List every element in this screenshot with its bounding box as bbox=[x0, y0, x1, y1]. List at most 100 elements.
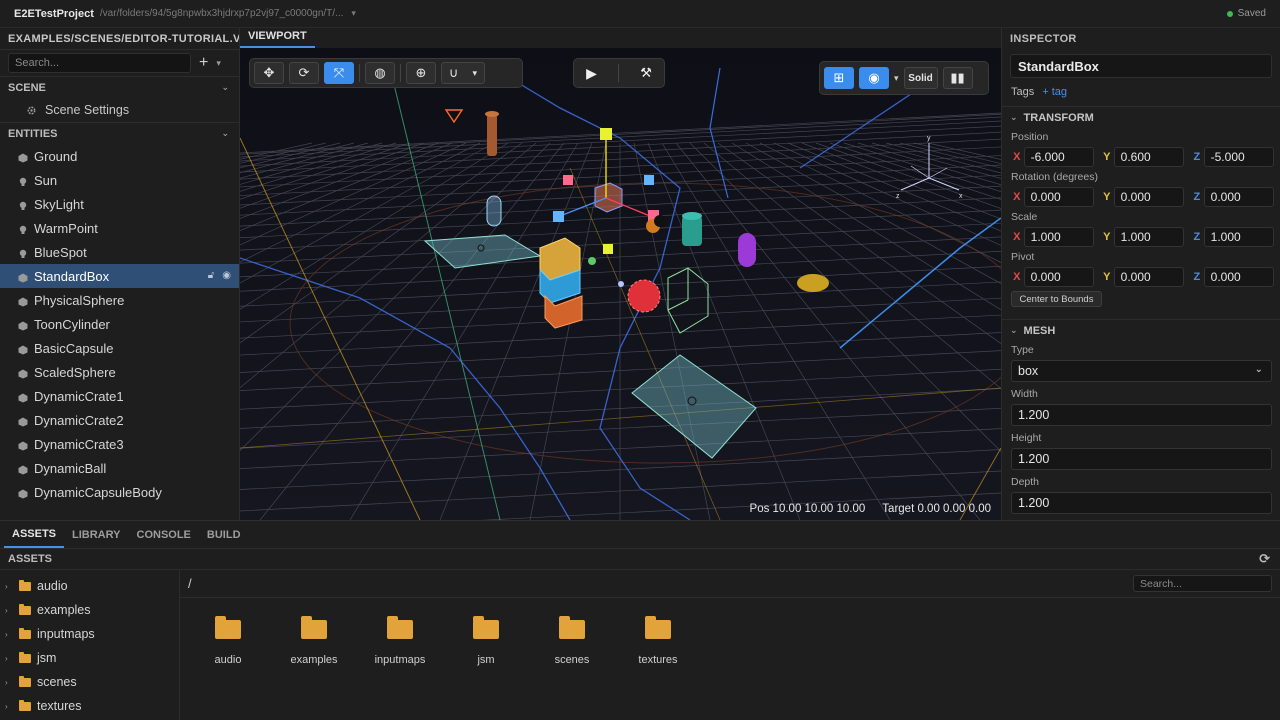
scene-section-header[interactable]: SCENE ⌄ bbox=[0, 76, 239, 98]
save-status-label: Saved bbox=[1237, 8, 1266, 19]
lock-icon[interactable]: 🔓︎ bbox=[208, 270, 214, 281]
entity-item[interactable]: Ground bbox=[0, 144, 239, 168]
asset-path[interactable]: / bbox=[188, 576, 192, 591]
visibility-button[interactable]: ◉ bbox=[859, 67, 889, 89]
folder-tree-item[interactable]: › examples bbox=[0, 598, 179, 622]
entity-item[interactable]: ToonCylinder bbox=[0, 312, 239, 336]
rotate-tool-button[interactable]: ⟳ bbox=[289, 62, 319, 84]
tab-build[interactable]: BUILD bbox=[199, 521, 249, 548]
asset-folder-tile[interactable]: audio bbox=[185, 612, 271, 666]
add-entity-button[interactable]: + bbox=[199, 54, 208, 72]
asset-folder-tile[interactable]: scenes bbox=[529, 612, 615, 666]
center-to-bounds-button[interactable]: Center to Bounds bbox=[1011, 291, 1102, 307]
height-input[interactable]: 1.200 bbox=[1011, 448, 1272, 470]
asset-folder-tile[interactable]: inputmaps bbox=[357, 612, 443, 666]
rotation-z-input[interactable]: 0.000 bbox=[1203, 187, 1274, 207]
entity-item[interactable]: DynamicCrate2 bbox=[0, 408, 239, 432]
mesh-type-select[interactable]: box ⌄ bbox=[1011, 360, 1272, 382]
chevron-right-icon[interactable]: › bbox=[5, 630, 13, 639]
pivot-x-input[interactable]: 0.000 bbox=[1023, 267, 1094, 287]
transform-section-header[interactable]: ⌄ TRANSFORM bbox=[1002, 106, 1280, 128]
position-z-input[interactable]: -5.000 bbox=[1203, 147, 1274, 167]
entity-item[interactable]: PhysicalSphere bbox=[0, 288, 239, 312]
eye-icon[interactable]: ◉ bbox=[222, 270, 231, 281]
tab-console[interactable]: CONSOLE bbox=[129, 521, 199, 548]
scale-z-input[interactable]: 1.000 bbox=[1203, 227, 1274, 247]
scene-file-tab[interactable]: EXAMPLES/SCENES/EDITOR-TUTORIAL.VS bbox=[0, 28, 239, 50]
chevron-right-icon[interactable]: › bbox=[5, 702, 13, 711]
hierarchy-panel: EXAMPLES/SCENES/EDITOR-TUTORIAL.VS Searc… bbox=[0, 28, 240, 520]
hammer-icon[interactable]: ⚒ bbox=[640, 65, 652, 81]
refresh-icon[interactable]: ⟳ bbox=[1259, 551, 1270, 567]
entity-label: DynamicBall bbox=[34, 460, 107, 476]
pivot-y-input[interactable]: 0.000 bbox=[1113, 267, 1184, 287]
folder-tree-item[interactable]: › jsm bbox=[0, 646, 179, 670]
width-input[interactable]: 1.200 bbox=[1011, 404, 1272, 426]
viewport-canvas[interactable]: y x z ✥ ⟳ ⤧ ◍ ⊕ ∪ ▾ ▶ ⚒ ⊞ ◉ ▾ Solid ▮▮ P… bbox=[240, 48, 1001, 520]
play-icon[interactable]: ▶ bbox=[586, 65, 597, 82]
folder-label: examples bbox=[37, 603, 91, 617]
entity-name-field[interactable]: StandardBox bbox=[1010, 54, 1272, 78]
space-toggle-button[interactable]: ◍ bbox=[365, 62, 395, 84]
chevron-down-icon[interactable]: ▾ bbox=[351, 8, 356, 19]
rotation-y-input[interactable]: 0.000 bbox=[1113, 187, 1184, 207]
entities-section-header[interactable]: ENTITIES ⌄ bbox=[0, 122, 239, 144]
entity-item[interactable]: BasicCapsule bbox=[0, 336, 239, 360]
project-path[interactable]: /var/folders/94/5g8npwbx3hjdrxp7p2vj97_c… bbox=[100, 8, 344, 19]
scale-y-input[interactable]: 1.000 bbox=[1113, 227, 1184, 247]
chevron-down-icon[interactable]: ⌄ bbox=[221, 128, 229, 139]
asset-folder-tree: › audio › examples › inputmaps › jsm › scenes › tex… bbox=[0, 570, 180, 720]
render-mode-button[interactable]: Solid bbox=[903, 67, 938, 89]
tab-viewport[interactable]: VIEWPORT bbox=[240, 30, 315, 48]
scale-icon: ⤧ bbox=[333, 65, 345, 80]
mesh-section-header[interactable]: ⌄ MESH bbox=[1002, 319, 1280, 341]
scene-render[interactable]: y x z bbox=[240, 48, 1001, 520]
pivot-button[interactable]: ⊕ bbox=[406, 62, 436, 84]
chevron-right-icon[interactable]: › bbox=[5, 582, 13, 591]
entity-item[interactable]: DynamicBall bbox=[0, 456, 239, 480]
entity-item[interactable]: StandardBox 🔓︎ ◉ bbox=[0, 264, 239, 288]
position-y-input[interactable]: 0.600 bbox=[1113, 147, 1184, 167]
tab-library[interactable]: LIBRARY bbox=[64, 521, 128, 548]
asset-folder-tile[interactable]: jsm bbox=[443, 612, 529, 666]
folder-tree-item[interactable]: › scenes bbox=[0, 670, 179, 694]
entity-item[interactable]: BlueSpot bbox=[0, 240, 239, 264]
entity-search-input[interactable]: Search... bbox=[8, 53, 191, 73]
chevron-right-icon[interactable]: › bbox=[5, 606, 13, 615]
entity-item[interactable]: WarmPoint bbox=[0, 216, 239, 240]
entity-item[interactable]: SkyLight bbox=[0, 192, 239, 216]
entity-actions: 🔓︎ ◉ bbox=[208, 270, 231, 281]
tab-assets[interactable]: ASSETS bbox=[4, 521, 65, 548]
asset-folder-tile[interactable]: examples bbox=[271, 612, 357, 666]
folder-tree-item[interactable]: › inputmaps bbox=[0, 622, 179, 646]
move-tool-button[interactable]: ✥ bbox=[254, 62, 284, 84]
stats-button[interactable]: ▮▮ bbox=[942, 67, 973, 89]
depth-input[interactable]: 1.200 bbox=[1011, 492, 1272, 514]
chevron-down-icon[interactable]: ▾ bbox=[216, 58, 221, 69]
entities-section-label: ENTITIES bbox=[8, 127, 58, 140]
entity-item[interactable]: DynamicCrate1 bbox=[0, 384, 239, 408]
chevron-down-icon[interactable]: ⌄ bbox=[221, 82, 229, 93]
entity-item[interactable]: ScaledSphere bbox=[0, 360, 239, 384]
snap-button[interactable]: ∪ ▾ bbox=[441, 62, 485, 84]
entity-item[interactable]: DynamicCrate3 bbox=[0, 432, 239, 456]
chevron-down-icon[interactable]: ▾ bbox=[894, 73, 899, 84]
folder-tree-item[interactable]: › textures bbox=[0, 694, 179, 718]
scale-tool-button[interactable]: ⤧ bbox=[324, 62, 354, 84]
scale-x-input[interactable]: 1.000 bbox=[1023, 227, 1094, 247]
chevron-down-icon[interactable]: ▾ bbox=[472, 68, 477, 79]
rotation-x-input[interactable]: 0.000 bbox=[1023, 187, 1094, 207]
grid-toggle-button[interactable]: ⊞ bbox=[824, 67, 854, 89]
entity-item[interactable]: Sun bbox=[0, 168, 239, 192]
chevron-right-icon[interactable]: › bbox=[5, 654, 13, 663]
chevron-right-icon[interactable]: › bbox=[5, 678, 13, 687]
scene-settings-item[interactable]: Scene Settings bbox=[0, 98, 239, 122]
asset-search-input[interactable]: Search... bbox=[1133, 575, 1272, 592]
project-name[interactable]: E2ETestProject bbox=[14, 8, 94, 20]
position-x-input[interactable]: -6.000 bbox=[1023, 147, 1094, 167]
add-tag-button[interactable]: + tag bbox=[1042, 86, 1067, 98]
folder-tree-item[interactable]: › audio bbox=[0, 574, 179, 598]
pivot-z-input[interactable]: 0.000 bbox=[1203, 267, 1274, 287]
asset-folder-tile[interactable]: textures bbox=[615, 612, 701, 666]
entity-item[interactable]: DynamicCapsuleBody bbox=[0, 480, 239, 504]
